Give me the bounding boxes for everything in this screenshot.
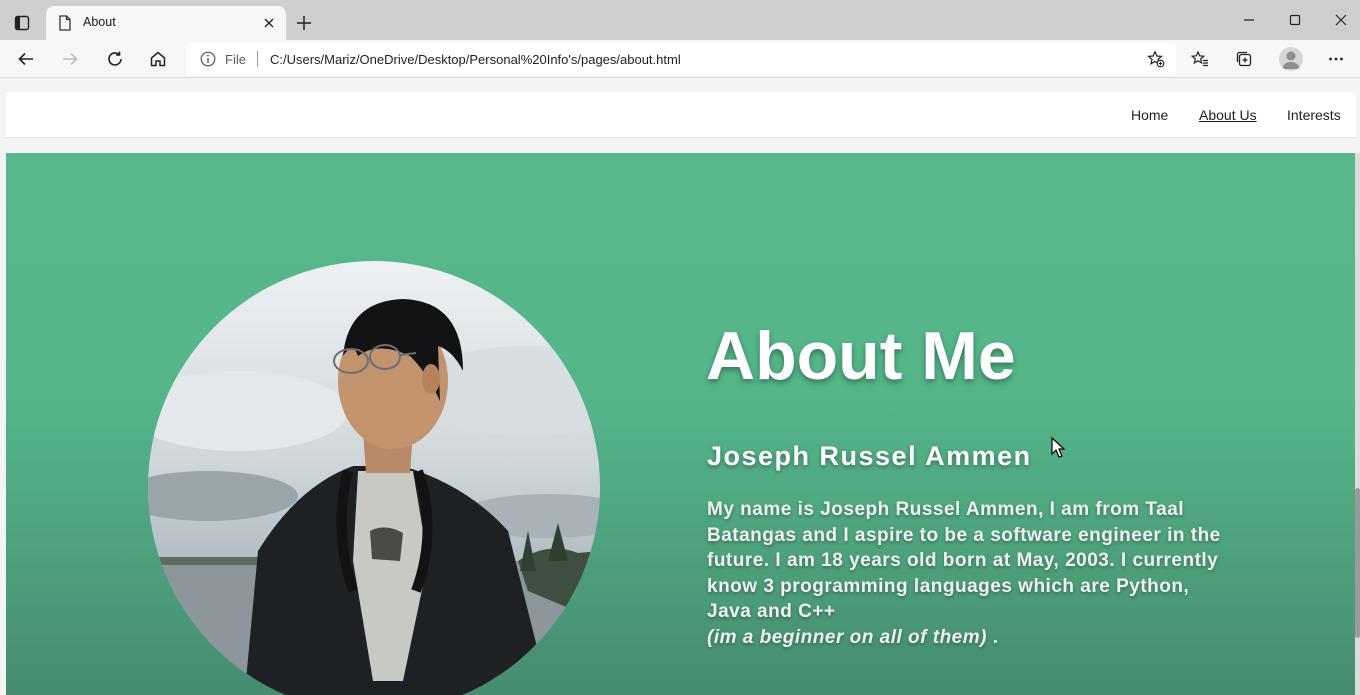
site-navbar: Home About Us Interests (6, 92, 1356, 138)
address-separator (257, 51, 258, 67)
user-icon (1282, 51, 1300, 69)
maximize-button[interactable] (1272, 6, 1318, 34)
tab-actions-button[interactable] (10, 11, 34, 35)
minimize-button[interactable] (1226, 6, 1272, 34)
url-text[interactable]: C:/Users/Mariz/OneDrive/Desktop/Personal… (270, 52, 681, 67)
maximize-icon (1289, 14, 1301, 26)
about-title: About Me (706, 318, 1016, 394)
browser-toolbar: File C:/Users/Mariz/OneDrive/Desktop/Per… (0, 40, 1360, 78)
favorites-icon (1191, 50, 1208, 67)
tab-title: About (83, 15, 116, 29)
add-favorite-button[interactable] (1142, 46, 1170, 72)
tab-actions-icon (14, 15, 30, 31)
profile-avatar[interactable] (1279, 47, 1303, 71)
bio-note: (im a beginner on all of them) (707, 626, 987, 648)
page-scrollbar[interactable] (1355, 153, 1360, 695)
arrow-right-icon (63, 52, 78, 66)
home-button[interactable] (143, 45, 173, 73)
settings-more-button[interactable] (1321, 45, 1351, 73)
profile-photo (148, 261, 600, 695)
page-icon (59, 15, 71, 31)
favorites-button[interactable] (1185, 45, 1215, 73)
minimize-icon (1244, 19, 1254, 21)
tab-close-button[interactable] (260, 14, 278, 32)
url-scheme-label: File (225, 52, 246, 67)
close-icon (1335, 14, 1347, 26)
new-tab-button[interactable] (292, 11, 316, 35)
bio-end: . (986, 626, 999, 648)
browser-tab[interactable]: About (46, 6, 286, 40)
forward-button[interactable] (55, 45, 85, 73)
scrollbar-thumb[interactable] (1355, 488, 1360, 638)
star-add-icon (1147, 50, 1165, 68)
back-button[interactable] (11, 45, 41, 73)
address-bar[interactable]: File C:/Users/Mariz/OneDrive/Desktop/Per… (186, 43, 1176, 75)
refresh-button[interactable] (100, 45, 130, 73)
home-icon (150, 51, 166, 67)
plus-icon (297, 16, 311, 30)
nav-link-home[interactable]: Home (1131, 107, 1168, 123)
tab-strip: About (0, 0, 1360, 40)
nav-link-about-us[interactable]: About Us (1199, 107, 1257, 123)
web-page: Home About Us Interests About Me Joseph … (0, 79, 1360, 695)
nav-link-interests[interactable]: Interests (1287, 107, 1341, 123)
about-name: Joseph Russel Ammen (707, 441, 1032, 471)
about-bio: My name is Joseph Russel Ammen, I am fro… (707, 497, 1227, 650)
bio-text: My name is Joseph Russel Ammen, I am fro… (707, 499, 1221, 622)
info-icon[interactable] (200, 51, 216, 67)
mouse-cursor-icon (1051, 437, 1065, 458)
refresh-icon (108, 51, 122, 66)
close-icon (264, 18, 274, 28)
collections-button[interactable] (1229, 45, 1259, 73)
more-icon (1329, 57, 1343, 61)
close-window-button[interactable] (1318, 6, 1360, 34)
arrow-left-icon (18, 52, 33, 66)
about-hero-section: About Me Joseph Russel Ammen My name is … (6, 153, 1355, 695)
collections-icon (1236, 51, 1252, 67)
